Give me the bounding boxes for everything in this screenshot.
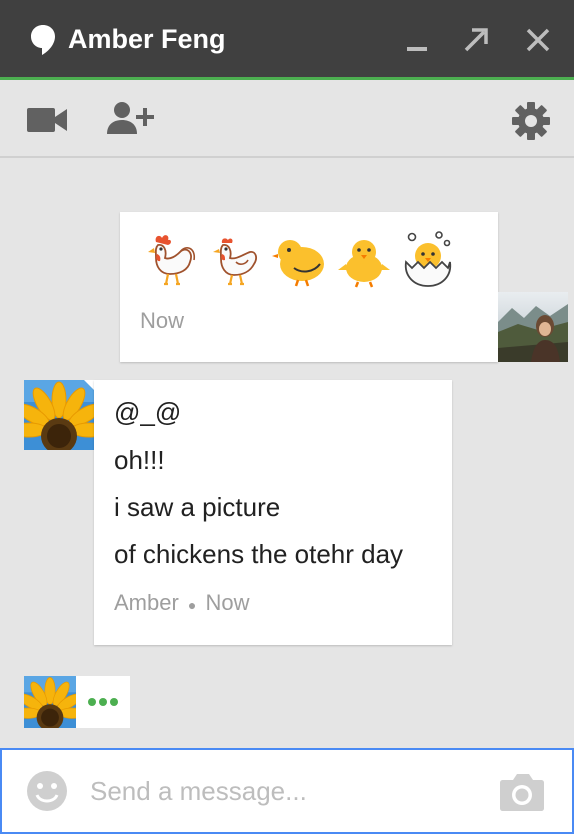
incoming-message-card: @_@ oh!!! i saw a picture of chickens th… (94, 380, 452, 645)
message-composer (0, 748, 574, 834)
attach-photo-button[interactable] (499, 772, 545, 812)
emoji-row (142, 230, 458, 290)
message-line: i saw a picture (114, 492, 281, 522)
close-icon (526, 28, 550, 52)
front-facing-chick-emoji-icon (272, 240, 324, 287)
chat-toolbar (0, 82, 574, 158)
message-line: oh!!! (114, 445, 165, 475)
typing-dot (110, 698, 118, 706)
video-call-button[interactable] (26, 104, 70, 136)
message-line: @_@ (114, 397, 182, 427)
message-timestamp: Now (205, 590, 250, 615)
typing-indicator (76, 676, 130, 728)
emoji-button[interactable] (26, 770, 68, 812)
camera-icon (500, 774, 544, 811)
message-timestamp: Now (140, 308, 185, 333)
message-meta: Amber ● Now (114, 590, 250, 616)
close-button[interactable] (522, 24, 554, 56)
baby-chick-emoji-icon (338, 240, 390, 288)
popout-button[interactable] (460, 24, 492, 56)
message-input[interactable] (88, 772, 472, 810)
self-avatar-photo (498, 292, 568, 362)
hen-emoji-icon (213, 238, 257, 286)
typing-dot (99, 698, 107, 706)
emoji-smiley-icon (27, 771, 67, 811)
chat-title: Amber Feng (68, 24, 226, 54)
chat-title-bar: Amber Feng (0, 0, 574, 80)
settings-gear-icon (512, 102, 550, 140)
message-sender: Amber (114, 590, 179, 615)
popout-icon (464, 28, 488, 52)
hatching-chick-emoji-icon (404, 231, 452, 287)
sunflower-avatar-image (24, 676, 76, 728)
contact-avatar-small (24, 676, 76, 728)
typing-dot (88, 698, 96, 706)
rooster-emoji-icon (148, 235, 196, 286)
meta-separator-dot: ● (187, 597, 197, 613)
outgoing-message-card: Now (120, 212, 498, 362)
hangouts-bubble-icon (31, 25, 55, 55)
minimize-button[interactable] (401, 24, 433, 56)
self-avatar (498, 292, 568, 362)
settings-button[interactable] (510, 100, 552, 142)
add-person-icon (107, 102, 154, 134)
minimize-icon (407, 47, 427, 51)
video-call-icon (27, 108, 67, 132)
title-accent-bar (0, 77, 574, 80)
add-person-button[interactable] (106, 98, 156, 138)
message-line: of chickens the otehr day (114, 539, 404, 569)
